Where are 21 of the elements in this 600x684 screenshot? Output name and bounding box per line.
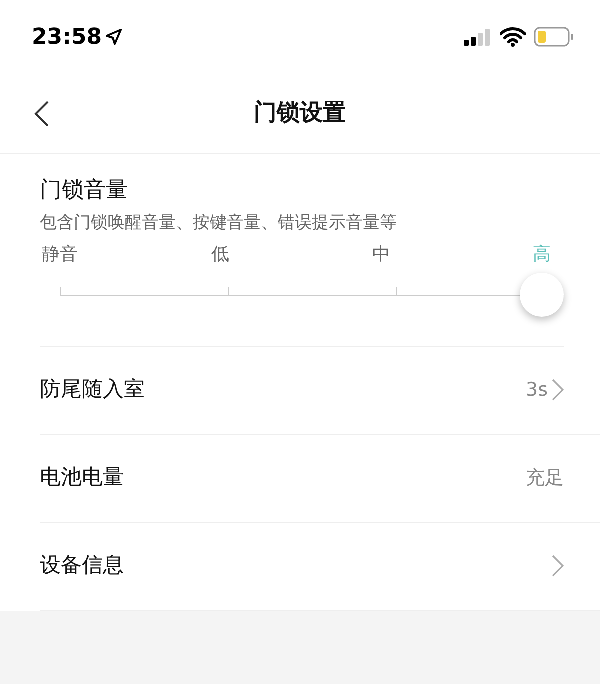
status-time: 23:58 bbox=[32, 24, 102, 52]
signal-icon bbox=[464, 28, 492, 46]
page-title: 门锁设置 bbox=[254, 99, 346, 128]
row-label: 防尾随入室 bbox=[40, 376, 145, 404]
row-value: 充足 bbox=[526, 466, 564, 491]
settings-row[interactable]: 电池电量 充足 bbox=[40, 434, 600, 522]
section-title: 门锁音量 bbox=[40, 177, 129, 205]
battery-icon bbox=[534, 27, 574, 47]
settings-row[interactable]: 设备信息 bbox=[40, 522, 600, 610]
row-value: 3s bbox=[526, 378, 548, 403]
section-description: 包含门锁唤醒音量、按键音量、错误提示音量等 bbox=[40, 212, 398, 235]
slider-thumb[interactable] bbox=[520, 272, 564, 316]
volume-option[interactable]: 静音 bbox=[42, 240, 78, 268]
settings-row[interactable]: 防尾随入室 3s bbox=[40, 346, 600, 434]
location-arrow-icon bbox=[106, 29, 122, 45]
row-label: 电池电量 bbox=[40, 464, 124, 492]
volume-option[interactable]: 中 bbox=[372, 240, 390, 268]
row-label: 设备信息 bbox=[40, 552, 124, 580]
volume-option[interactable]: 低 bbox=[212, 240, 230, 268]
wifi-icon bbox=[500, 27, 526, 47]
back-button[interactable] bbox=[34, 100, 50, 128]
